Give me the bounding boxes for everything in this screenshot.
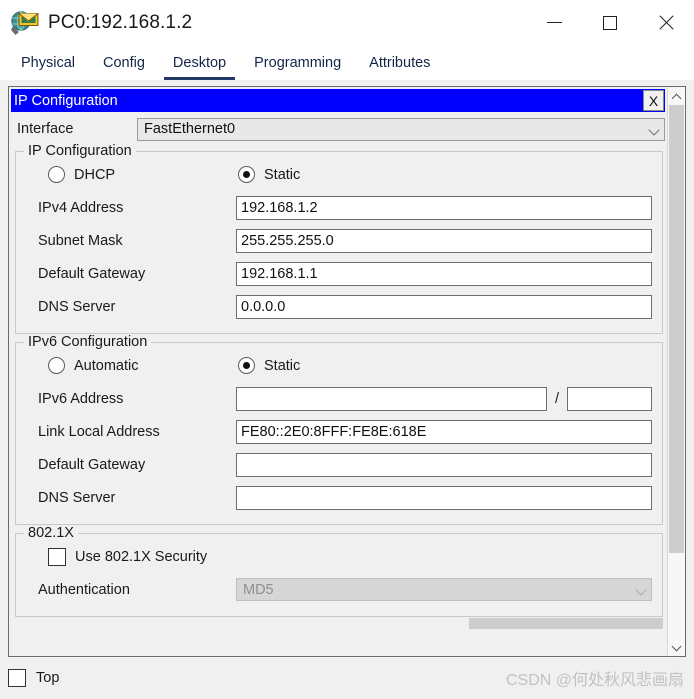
ipv6-address-label: IPv6 Address [38, 390, 124, 407]
ipv4-address-row: IPv4 Address 192.168.1.2 [26, 191, 652, 224]
chevron-down-icon [636, 584, 647, 595]
ipv6-dns-label: DNS Server [38, 489, 116, 506]
ipv4-gateway-row: Default Gateway 192.168.1.1 [26, 257, 652, 290]
scroll-down-button[interactable] [668, 638, 685, 656]
vertical-scrollbar-track[interactable] [668, 105, 685, 638]
vertical-scrollbar-thumb[interactable] [669, 105, 684, 553]
ipv6-prefix-separator: / [554, 390, 559, 407]
close-icon [658, 15, 674, 31]
ipv6-gateway-input[interactable] [236, 452, 652, 477]
ipv4-mode-row: DHCP Static [26, 158, 652, 191]
ipv4-gateway-input[interactable]: 192.168.1.1 [236, 261, 652, 286]
dot1x-authentication-row: Authentication MD5 [26, 573, 652, 606]
close-button[interactable] [638, 0, 694, 46]
vertical-scrollbar[interactable] [667, 87, 685, 656]
dialog-header: IP Configuration X [11, 89, 665, 112]
ipv6-configuration-group: IPv6 Configuration Automatic Static IPv6… [15, 334, 663, 525]
minimize-icon [546, 22, 562, 23]
ipv6-address-input[interactable] [236, 386, 547, 411]
link-local-address-label: Link Local Address [38, 423, 160, 440]
ipv4-dhcp-radio[interactable]: DHCP [48, 166, 238, 183]
interface-row: Interface FastEthernet0 [11, 115, 665, 143]
subnet-mask-input[interactable]: 255.255.255.0 [236, 228, 652, 253]
dot1x-authentication-value: MD5 [243, 581, 274, 598]
ipv6-prefix-input[interactable] [567, 386, 652, 411]
ipv4-dns-input[interactable]: 0.0.0.0 [236, 294, 652, 319]
ipv6-static-radio[interactable]: Static [238, 357, 300, 374]
chevron-down-icon [649, 124, 660, 135]
chevron-up-icon [672, 92, 681, 101]
ip-configuration-panel: IP Configuration X Interface FastEtherne… [8, 86, 686, 657]
link-local-address-input[interactable]: FE80::2E0:8FFF:FE8E:618E [236, 419, 652, 444]
ipv6-group-legend: IPv6 Configuration [24, 334, 152, 350]
watermark-text: CSDN @何处秋风悲画扇 [505, 672, 684, 689]
ipv6-static-label: Static [264, 357, 301, 374]
ipv6-gateway-row: Default Gateway [26, 448, 652, 481]
dot1x-use-security-label: Use 802.1X Security [75, 548, 208, 565]
minimize-button[interactable] [526, 0, 582, 46]
ipv4-dhcp-label: DHCP [74, 166, 116, 183]
dialog-title: IP Configuration [14, 92, 118, 109]
dot1x-use-security-row: Use 802.1X Security [26, 540, 652, 573]
ipv6-dns-input[interactable] [236, 485, 652, 510]
ipv4-group-legend: IP Configuration [24, 143, 136, 159]
dot1x-group: 802.1X Use 802.1X Security Authenticatio… [15, 525, 663, 617]
ip-configuration-scroll-content: IP Configuration X Interface FastEtherne… [9, 87, 667, 656]
ipv4-dns-row: DNS Server 0.0.0.0 [26, 290, 652, 323]
maximize-icon [603, 15, 617, 30]
interface-value: FastEthernet0 [144, 121, 236, 137]
title-bar: PC0:192.168.1.2 [0, 0, 694, 46]
horizontal-scrollbar-thumb[interactable] [468, 618, 663, 629]
ipv4-dns-label: DNS Server [38, 298, 116, 315]
subnet-mask-label: Subnet Mask [38, 232, 123, 249]
top-checkbox[interactable]: Top [8, 669, 59, 687]
radio-icon [48, 166, 65, 183]
dot1x-use-security-checkbox[interactable]: Use 802.1X Security [48, 547, 238, 566]
tab-desktop[interactable]: Desktop [163, 53, 236, 80]
packet-tracer-device-window: PC0:192.168.1.2 Physical Config Desktop … [0, 0, 694, 699]
tab-bar: Physical Config Desktop Programming Attr… [0, 46, 694, 80]
chevron-down-icon [672, 643, 681, 652]
ipv4-static-label: Static [264, 166, 301, 183]
radio-icon [48, 357, 65, 374]
footer-bar: Top CSDN @何处秋风悲画扇 [0, 657, 694, 699]
link-local-address-row: Link Local Address FE80::2E0:8FFF:FE8E:6… [26, 415, 652, 448]
ipv6-gateway-label: Default Gateway [38, 456, 146, 473]
interface-label: Interface [17, 121, 74, 137]
content-area: IP Configuration X Interface FastEtherne… [0, 80, 694, 657]
window-title: PC0:192.168.1.2 [48, 11, 193, 33]
maximize-button[interactable] [582, 0, 638, 46]
top-label: Top [36, 670, 60, 686]
radio-selected-icon [238, 166, 255, 183]
ipv4-address-label: IPv4 Address [38, 199, 124, 216]
dialog-close-button[interactable]: X [643, 90, 664, 111]
checkbox-icon [48, 547, 66, 566]
tab-physical[interactable]: Physical [12, 53, 84, 80]
dot1x-authentication-label: Authentication [38, 581, 130, 598]
ipv4-configuration-group: IP Configuration DHCP Static IPv4 Addres… [15, 143, 663, 334]
ipv4-address-input[interactable]: 192.168.1.2 [236, 195, 652, 220]
horizontal-scrollbar[interactable] [11, 617, 665, 630]
interface-select[interactable]: FastEthernet0 [137, 117, 665, 141]
ipv6-automatic-radio[interactable]: Automatic [48, 357, 238, 374]
ipv6-address-row: IPv6 Address / [26, 382, 652, 415]
packet-tracer-pc-icon [10, 10, 40, 36]
subnet-mask-row: Subnet Mask 255.255.255.0 [26, 224, 652, 257]
ipv6-dns-row: DNS Server [26, 481, 652, 514]
dot1x-group-legend: 802.1X [24, 525, 78, 541]
ipv4-gateway-label: Default Gateway [38, 265, 146, 282]
radio-selected-icon [238, 357, 255, 374]
ipv6-address-group: / [236, 386, 652, 411]
tab-config[interactable]: Config [94, 53, 154, 80]
tab-attributes[interactable]: Attributes [360, 53, 439, 80]
window-controls [526, 0, 694, 45]
scroll-up-button[interactable] [668, 87, 685, 105]
checkbox-icon [8, 669, 26, 687]
ipv6-mode-row: Automatic Static [26, 349, 652, 382]
dot1x-authentication-select[interactable]: MD5 [236, 578, 652, 601]
tab-programming[interactable]: Programming [245, 53, 350, 80]
ipv6-automatic-label: Automatic [74, 357, 139, 374]
ipv4-static-radio[interactable]: Static [238, 166, 300, 183]
